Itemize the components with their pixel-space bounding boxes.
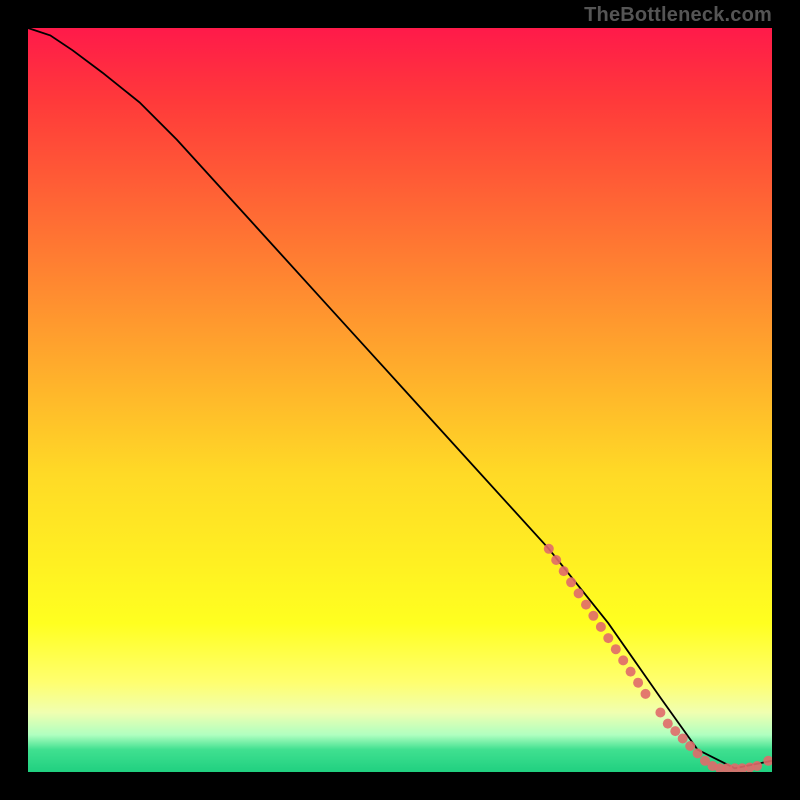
chart-container: TheBottleneck.com [0, 0, 800, 800]
highlight-markers [544, 544, 772, 772]
chart-overlay [28, 28, 772, 772]
curve-line [28, 28, 772, 768]
watermark-text: TheBottleneck.com [584, 4, 772, 27]
